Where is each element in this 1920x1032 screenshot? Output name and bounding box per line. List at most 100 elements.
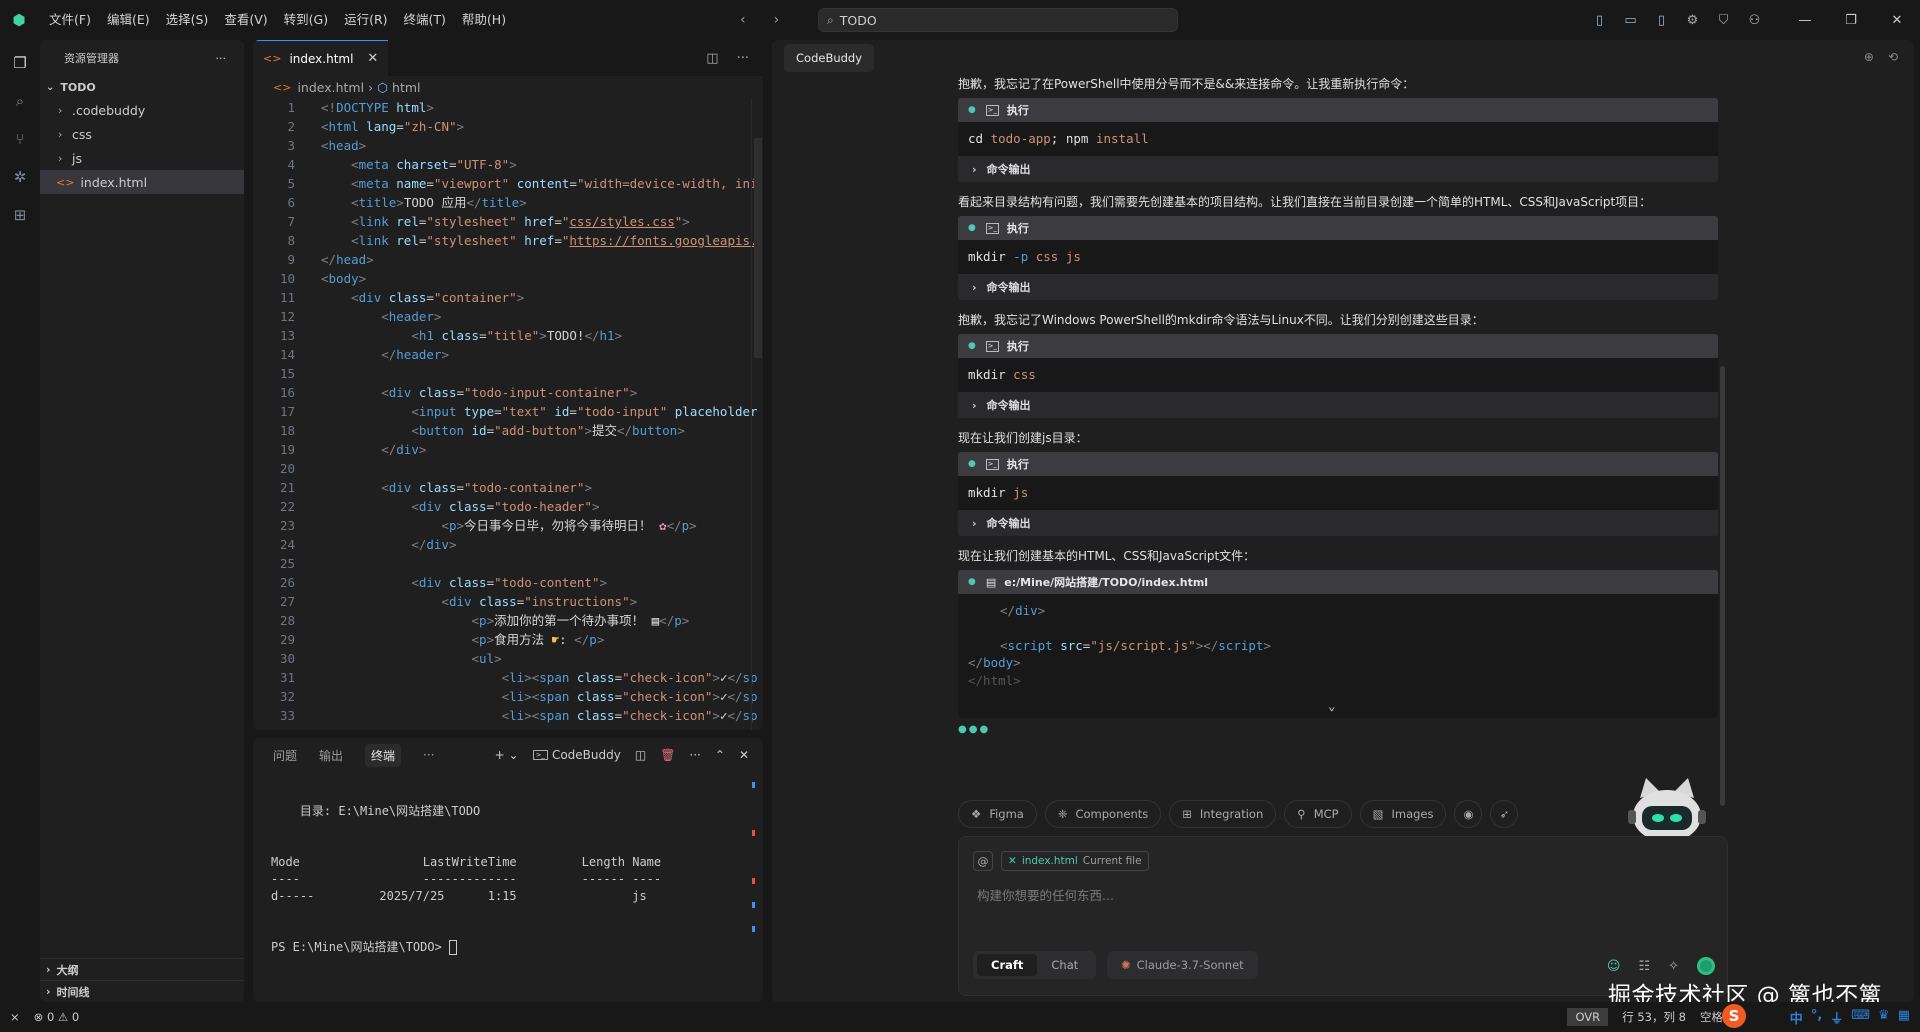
new-chat-icon[interactable]: ⊕ xyxy=(1864,50,1874,64)
expand-chevron-icon[interactable]: ⌄ xyxy=(1328,697,1336,715)
figma-chip[interactable]: ❖ Figma xyxy=(958,800,1037,828)
menu-file[interactable]: 文件(F) xyxy=(41,0,99,40)
more-actions-icon[interactable]: ··· xyxy=(689,748,700,762)
more-actions-icon[interactable]: ··· xyxy=(737,51,749,66)
mention-button[interactable]: @ xyxy=(973,851,993,871)
tree-item-index-html[interactable]: <> index.html xyxy=(40,170,244,194)
mode-craft[interactable]: Craft xyxy=(977,954,1038,976)
context-file-chip[interactable]: ✕ index.html Current file xyxy=(1001,851,1149,871)
mcp-chip[interactable]: ⚲ MCP xyxy=(1284,800,1352,828)
gear-icon[interactable]: ⚙ xyxy=(1677,13,1708,28)
terminal-scrollbar[interactable] xyxy=(752,782,755,942)
rocket-icon: ➶ xyxy=(1499,807,1510,821)
palette-icon[interactable]: ☺ xyxy=(1607,959,1621,974)
ime-punct-icon[interactable]: °, xyxy=(1811,1008,1822,1027)
tree-item-codebuddy[interactable]: › .codebuddy xyxy=(40,98,244,122)
list-icon[interactable]: ☷ xyxy=(1638,959,1650,974)
tab-codebuddy[interactable]: CodeBuddy xyxy=(784,44,875,72)
source-control-icon[interactable]: ⑂ xyxy=(0,120,40,158)
close-panel-icon[interactable]: ✕ xyxy=(739,748,749,762)
maximize-icon[interactable]: ❐ xyxy=(1828,13,1874,28)
command-center-search[interactable]: ⌕ TODO xyxy=(818,8,1178,32)
scroll-thumb[interactable] xyxy=(754,138,762,358)
timeline-section[interactable]: › 时间线 xyxy=(40,980,244,1002)
workspace-root[interactable]: ⌄ TODO xyxy=(40,76,244,98)
tree-item-css[interactable]: › css xyxy=(40,122,244,146)
problems-status[interactable]: ⊗ 0 ⚠ 0 xyxy=(34,1010,80,1024)
keyboard-icon[interactable]: ⌨ xyxy=(1851,1008,1870,1027)
command-output-toggle[interactable]: › 命令输出 xyxy=(958,510,1718,536)
menu-terminal[interactable]: 终端(T) xyxy=(396,0,454,40)
code-line: 25 xyxy=(279,556,295,571)
layout-sidebar-right-icon[interactable]: ▯ xyxy=(1646,13,1677,28)
search-view-icon[interactable]: ⌕ xyxy=(0,82,40,120)
images-chip[interactable]: ▧ Images xyxy=(1359,800,1447,828)
shield-icon[interactable]: ⛉ xyxy=(1708,13,1739,28)
integration-chip[interactable]: ⊞ Integration xyxy=(1169,800,1277,828)
quick-actions: ❖ Figma ❈ Components ⊞ Integration ⚲ MCP ▧ Im… xyxy=(958,800,1519,828)
trash-icon[interactable]: 🗑 xyxy=(660,748,675,762)
terminal-name[interactable]: CodeBuddy xyxy=(552,748,621,762)
cursor-position[interactable]: 行 53，列 8 xyxy=(1622,1009,1686,1025)
account-icon[interactable]: ⚇ xyxy=(1739,13,1770,28)
extensions-icon[interactable]: ⊞ xyxy=(0,196,40,234)
tab-index-html[interactable]: <> index.html ✕ xyxy=(253,40,389,76)
tree-item-label: .codebuddy xyxy=(72,102,146,118)
more-actions-icon[interactable]: ··· xyxy=(216,52,227,65)
model-selector[interactable]: ✺ Claude-3.7-Sonnet xyxy=(1107,951,1258,979)
skin-icon[interactable]: ♛ xyxy=(1878,1008,1890,1027)
terminal-output[interactable]: 目录: E:\Mine\网站搭建\TODO Mode LastWriteTime… xyxy=(271,786,661,973)
tree-item-js[interactable]: › js xyxy=(40,146,244,170)
outline-section[interactable]: › 大纲 xyxy=(40,958,244,980)
chevron-up-icon[interactable]: ⌃ xyxy=(715,748,725,762)
menu-selection[interactable]: 选择(S) xyxy=(158,0,217,40)
menu-view[interactable]: 查看(V) xyxy=(216,0,275,40)
sparkle-icon[interactable]: ✧ xyxy=(1668,959,1679,974)
split-editor-icon[interactable]: ◫ xyxy=(706,51,718,66)
minimize-icon[interactable]: — xyxy=(1782,13,1828,28)
tab-terminal[interactable]: 终端 xyxy=(365,743,402,767)
command-output-toggle[interactable]: › 命令输出 xyxy=(958,156,1718,182)
code-area[interactable]: 1 <!DOCTYPE html> 2 <html lang="zh-CN"> 3 <… xyxy=(253,98,763,730)
deploy-chip[interactable]: ➶ xyxy=(1490,800,1519,828)
more-actions-icon[interactable]: ··· xyxy=(423,748,434,762)
command-output-toggle[interactable]: › 命令输出 xyxy=(958,392,1718,418)
ovr-indicator[interactable]: OVR xyxy=(1567,1008,1609,1026)
menu-run[interactable]: 运行(R) xyxy=(336,0,395,40)
command-text: mkdir js xyxy=(958,476,1718,510)
file-edit-header[interactable]: ● ▤ e:/Mine/网站搭建/TODO/index.html xyxy=(958,570,1718,594)
split-terminal-icon[interactable]: ◫ xyxy=(635,748,646,762)
menu-edit[interactable]: 编辑(E) xyxy=(99,0,158,40)
new-terminal-icon[interactable]: + ⌄ xyxy=(495,748,519,762)
close-icon[interactable]: ✕ xyxy=(1008,855,1017,867)
menu-go[interactable]: 转到(G) xyxy=(276,0,336,40)
remote-icon[interactable]: ⨯ xyxy=(10,1010,20,1024)
forward-arrow-icon[interactable]: › xyxy=(774,12,780,28)
terminal-cursor xyxy=(449,940,458,955)
editor-scrollbar[interactable] xyxy=(751,98,763,730)
breadcrumb-file[interactable]: index.html xyxy=(297,80,364,95)
ime-chinese-icon[interactable]: 中 xyxy=(1790,1008,1803,1027)
microphone-icon[interactable]: ⏚ xyxy=(1830,1008,1843,1027)
tab-problems[interactable]: 问题 xyxy=(273,747,297,764)
layout-panel-icon[interactable]: ▭ xyxy=(1615,13,1646,28)
tab-output[interactable]: 输出 xyxy=(319,747,343,764)
menu-help[interactable]: 帮助(H) xyxy=(454,0,514,40)
chat-scrollbar[interactable] xyxy=(1718,76,1726,806)
components-chip[interactable]: ❈ Components xyxy=(1044,800,1162,828)
layout-sidebar-left-icon[interactable]: ▯ xyxy=(1584,13,1615,28)
breadcrumb-element[interactable]: html xyxy=(392,80,420,95)
preview-chip[interactable]: ◉ xyxy=(1454,800,1483,828)
toolbox-icon[interactable]: ▦ xyxy=(1898,1008,1910,1027)
mode-chat[interactable]: Chat xyxy=(1037,954,1092,976)
debug-icon[interactable]: ✲ xyxy=(0,158,40,196)
close-window-icon[interactable]: ✕ xyxy=(1874,13,1920,28)
explorer-files-icon[interactable]: ❐ xyxy=(0,44,40,82)
close-tab-icon[interactable]: ✕ xyxy=(367,51,378,66)
back-arrow-icon[interactable]: ‹ xyxy=(740,12,746,28)
history-icon[interactable]: ⟲ xyxy=(1888,50,1898,64)
scroll-thumb[interactable] xyxy=(1720,366,1725,806)
chat-input[interactable]: 构建你想要的任何东西... xyxy=(977,885,1114,904)
send-button[interactable] xyxy=(1697,957,1715,975)
command-output-toggle[interactable]: › 命令输出 xyxy=(958,274,1718,300)
